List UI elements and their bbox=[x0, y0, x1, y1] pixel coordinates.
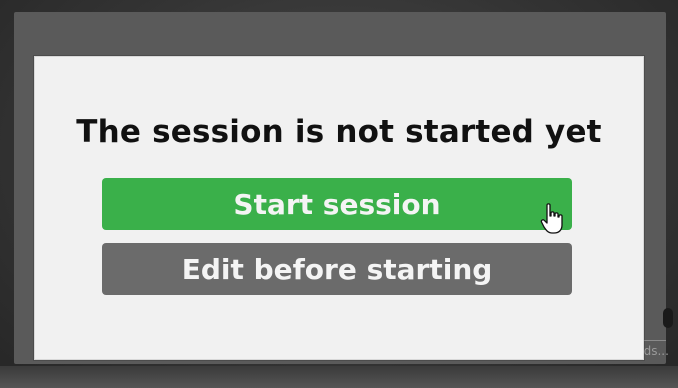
background-handle bbox=[663, 308, 673, 328]
dialog-title: The session is not started yet bbox=[76, 114, 602, 150]
start-session-button[interactable]: Start session bbox=[102, 178, 572, 230]
edit-before-starting-button[interactable]: Edit before starting bbox=[102, 243, 572, 295]
hand-pointer-icon bbox=[540, 203, 563, 234]
monitor-bottom-edge bbox=[0, 366, 678, 388]
